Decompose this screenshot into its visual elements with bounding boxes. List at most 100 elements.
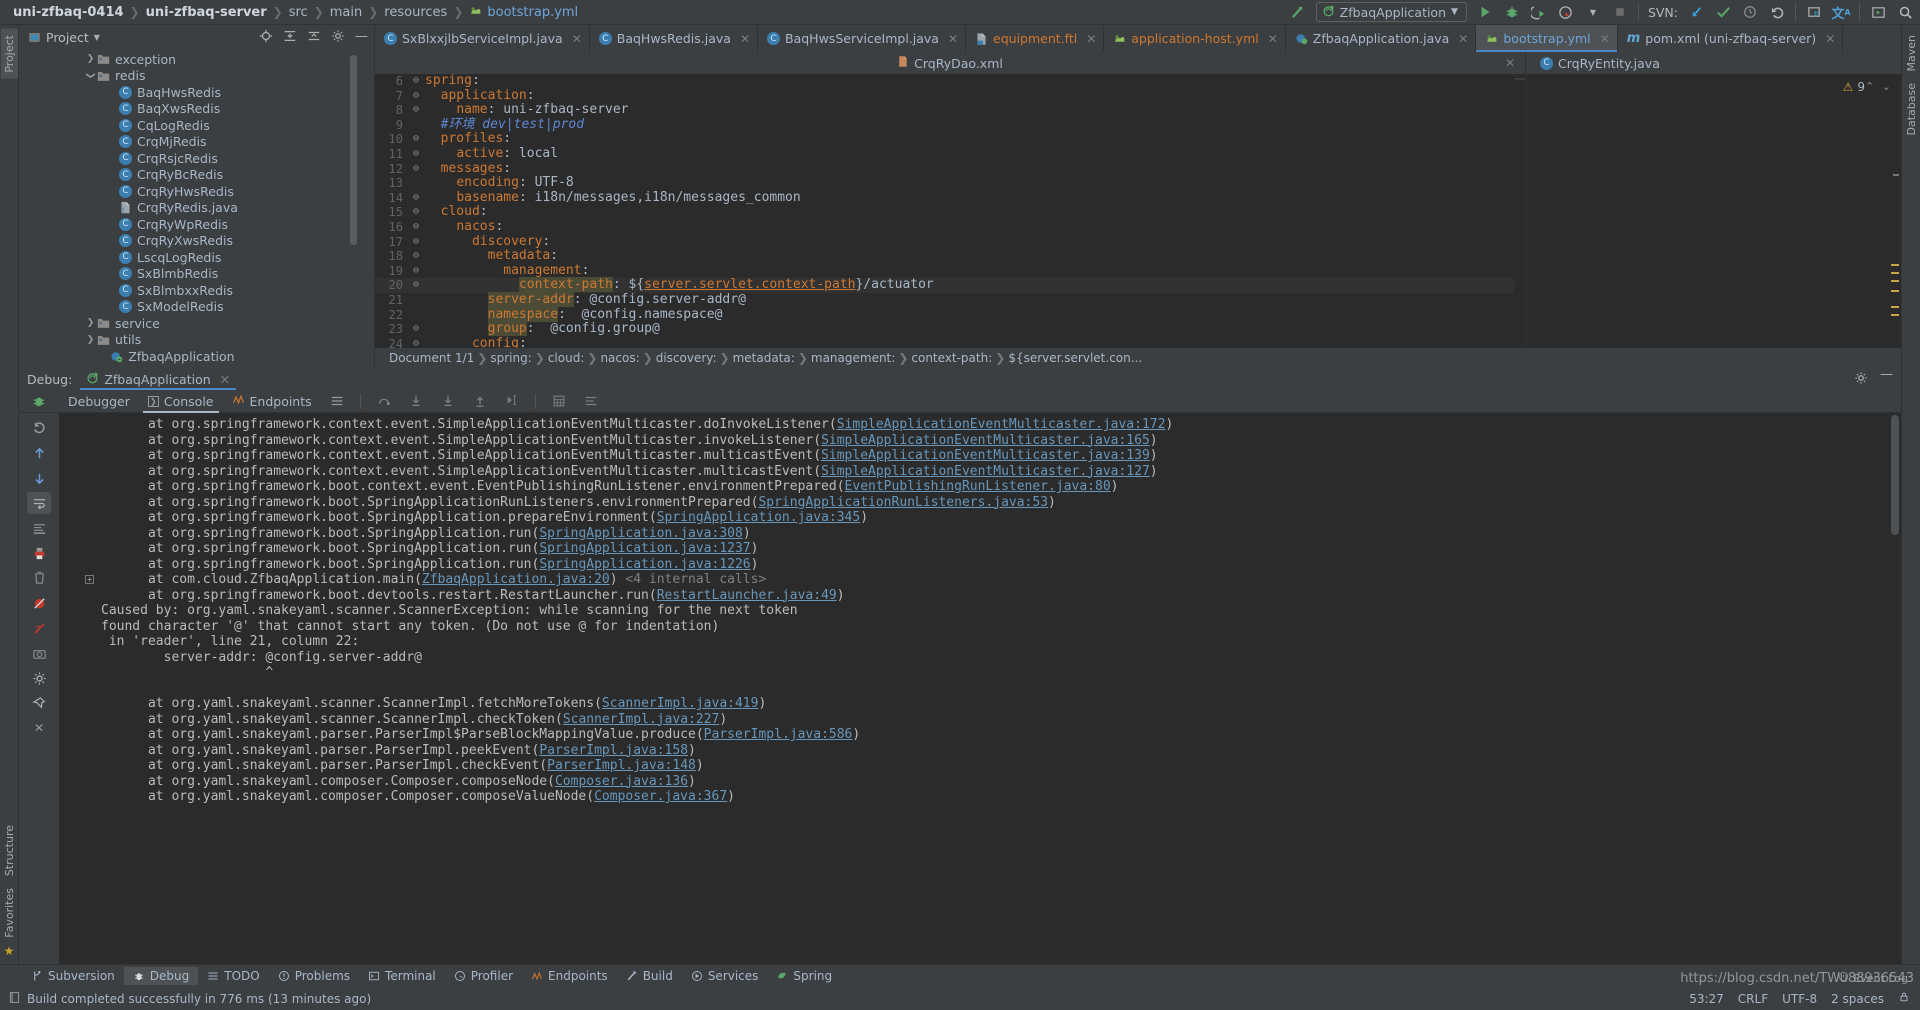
fold-marker[interactable]: ⊖ <box>407 103 425 118</box>
fold-marker[interactable]: ⊖ <box>407 264 425 279</box>
console-text[interactable]: SpringApplication.java:308 <box>539 526 743 541</box>
code-line[interactable]: 12 ⊖ messages: <box>375 161 1526 177</box>
breadcrumb-item[interactable]: main <box>325 5 367 20</box>
layout-settings-icon[interactable] <box>321 390 353 413</box>
console-text[interactable]: Composer.java:136 <box>555 774 688 789</box>
soft-wrap-icon[interactable] <box>575 390 607 413</box>
code-line[interactable]: 19 ⊖ management: <box>375 263 1526 279</box>
split-left-tab[interactable]: CrqRyDao.xml ✕ <box>375 52 1526 74</box>
sidebar-item-project[interactable]: Project <box>0 29 18 79</box>
fold-marker[interactable]: ⊖ <box>407 220 425 235</box>
close-icon[interactable]: ✕ <box>1086 32 1096 46</box>
code-line[interactable]: 22 namespace: @config.namespace@ <box>375 306 1526 323</box>
evaluate-expression-icon[interactable] <box>543 390 575 413</box>
settings-gear-icon[interactable] <box>331 29 345 46</box>
tool-window-endpoints[interactable]: Endpoints <box>522 967 617 985</box>
code-line[interactable]: 23 ⊖ group: @config.group@ <box>375 321 1526 337</box>
code-line[interactable]: 10 ⊖ profiles: <box>375 132 1526 147</box>
settings-icon[interactable] <box>27 667 51 689</box>
rerun-program-icon[interactable] <box>27 417 51 439</box>
console-text[interactable]: ZfbaqApplication.java:20 <box>422 572 610 587</box>
indent-setting[interactable]: 2 spaces <box>1831 992 1884 1006</box>
tool-window-problems[interactable]: Problems <box>269 967 359 985</box>
chevron-down-icon[interactable]: ▼ <box>1451 7 1458 17</box>
chevron-right-icon[interactable]: ❯ <box>85 334 96 345</box>
sidebar-item-structure[interactable]: Structure <box>1 819 18 882</box>
soft-wrap-lines-icon[interactable] <box>27 492 51 514</box>
console-output[interactable]: at org.springframework.context.event.Sim… <box>59 413 1901 964</box>
close-icon[interactable]: ✕ <box>1268 32 1278 46</box>
console-text[interactable]: SpringApplication.java:1237 <box>539 541 750 556</box>
chevron-right-icon[interactable]: ❯ <box>85 318 96 329</box>
code-line[interactable]: 20 ⊖ context-path: ${server.servlet.conte… <box>375 277 1526 293</box>
step-over-icon[interactable] <box>368 390 400 413</box>
tree-node[interactable]: C CrqRyWpRedis <box>19 216 374 233</box>
build-hammer-icon[interactable] <box>1289 3 1307 21</box>
collapse-all-icon[interactable] <box>307 29 321 46</box>
code-editor[interactable]: 6 ⊖ spring: 7 ⊖ application: 8 ⊖ name: uni-zfb… <box>375 74 1526 348</box>
code-line[interactable]: 7 ⊖ application: <box>375 88 1526 104</box>
code-line[interactable]: 8 ⊖ name: uni-zfbaq-server <box>375 102 1526 118</box>
preview-icon[interactable] <box>1869 3 1887 21</box>
sidebar-item-maven[interactable]: Maven <box>1903 29 1920 77</box>
console-text[interactable]: SpringApplication.java:1226 <box>539 557 750 572</box>
fold-marker[interactable]: ⊖ <box>407 132 425 147</box>
code-line[interactable]: 17 ⊖ discovery: <box>375 234 1526 250</box>
editor-tab-bootstrap-yml[interactable]: bootstrap.yml ✕ <box>1476 25 1618 52</box>
up-the-stack-icon[interactable] <box>27 442 51 464</box>
tree-node[interactable]: J CrqRyRedis.java <box>19 200 374 217</box>
tree-node[interactable]: ❯ utils <box>19 332 374 349</box>
breadcrumb-item[interactable]: resources <box>379 5 452 20</box>
line-separator[interactable]: CRLF <box>1738 992 1768 1006</box>
fold-marker[interactable]: ⊖ <box>407 278 425 293</box>
fold-marker[interactable]: ⊖ <box>407 249 425 264</box>
inspection-warning-count[interactable]: ⚠ 9 <box>1843 80 1865 94</box>
sidebar-item-database[interactable]: Database <box>1903 77 1920 142</box>
fold-marker[interactable]: ⊖ <box>407 147 425 162</box>
tree-node[interactable]: C CqLogRedis <box>19 117 374 134</box>
caret-position[interactable]: 53:27 <box>1689 992 1724 1006</box>
editor-tab-zfbaqapplication-java[interactable]: ZfbaqApplication.java ✕ <box>1286 25 1477 52</box>
project-tree-scrollbar[interactable] <box>350 55 357 245</box>
fold-marker[interactable]: ⊖ <box>407 322 425 337</box>
fold-marker[interactable]: ⊖ <box>407 89 425 104</box>
force-step-into-icon[interactable] <box>432 390 464 413</box>
console-text[interactable]: ParserImpl.java:586 <box>704 727 853 742</box>
editor-breadcrumb-bar[interactable]: Document 1/1 ❯ spring: ❯ cloud: ❯ nacos: ❯ disco… <box>375 348 1901 368</box>
close-icon[interactable]: ✕ <box>572 32 582 46</box>
fold-marker[interactable]: ⊖ <box>407 162 425 177</box>
console-text[interactable]: ParserImpl.java:158 <box>539 743 688 758</box>
breadcrumb-item[interactable]: uni-zfbaq-server <box>141 5 272 20</box>
editor-tab-application-host-yml[interactable]: application-host.yml ✕ <box>1104 25 1286 52</box>
console-text[interactable]: Composer.java:367 <box>594 789 727 804</box>
step-into-icon[interactable] <box>400 390 432 413</box>
code-line[interactable]: 13 encoding: UTF-8 <box>375 175 1526 191</box>
code-line[interactable]: 24 ⊖ config: <box>375 336 1526 348</box>
breadcrumb-item[interactable]: bootstrap.yml <box>482 5 583 20</box>
fold-marker[interactable]: ⊖ <box>407 235 425 250</box>
debug-session-tab[interactable]: ZfbaqApplication ✕ <box>80 368 236 390</box>
code-line[interactable]: 16 ⊖ nacos: <box>375 219 1526 235</box>
run-to-cursor-icon[interactable] <box>496 390 528 413</box>
editor-tab-baqhwsserviceimpl-java[interactable]: C BaqHwsServiceImpl.java ✕ <box>758 25 967 52</box>
mute-breakpoints-icon[interactable] <box>27 592 51 614</box>
editor-breadcrumb-item[interactable]: context-path: <box>911 351 992 365</box>
svn-commit-icon[interactable] <box>1714 3 1732 21</box>
console-text[interactable]: ScannerImpl.java:419 <box>602 696 759 711</box>
code-line[interactable]: 15 ⊖ cloud: <box>375 205 1526 220</box>
close-icon[interactable]: ✕ <box>27 717 51 739</box>
hide-panel-icon[interactable]: — <box>355 30 368 43</box>
console-text[interactable]: RestartLauncher.java:49 <box>657 588 837 603</box>
tree-node[interactable]: C CrqRyBcRedis <box>19 167 374 184</box>
expand-fold-icon[interactable]: + <box>85 575 94 584</box>
expand-all-icon[interactable] <box>283 29 297 46</box>
code-line[interactable]: 11 ⊖ active: local <box>375 146 1526 162</box>
tree-node[interactable]: ❯ service <box>19 315 374 332</box>
print-icon[interactable] <box>27 542 51 564</box>
tree-node[interactable]: C CrqMjRedis <box>19 134 374 151</box>
editor-tab-baqhwsredis-java[interactable]: C BaqHwsRedis.java ✕ <box>590 25 759 52</box>
camera-icon[interactable] <box>27 642 51 664</box>
debug-rerun-icon[interactable] <box>19 394 59 408</box>
code-line[interactable]: 14 ⊖ basename: i18n/messages,i18n/message… <box>375 190 1526 206</box>
fold-marker[interactable]: ⊖ <box>407 191 425 206</box>
